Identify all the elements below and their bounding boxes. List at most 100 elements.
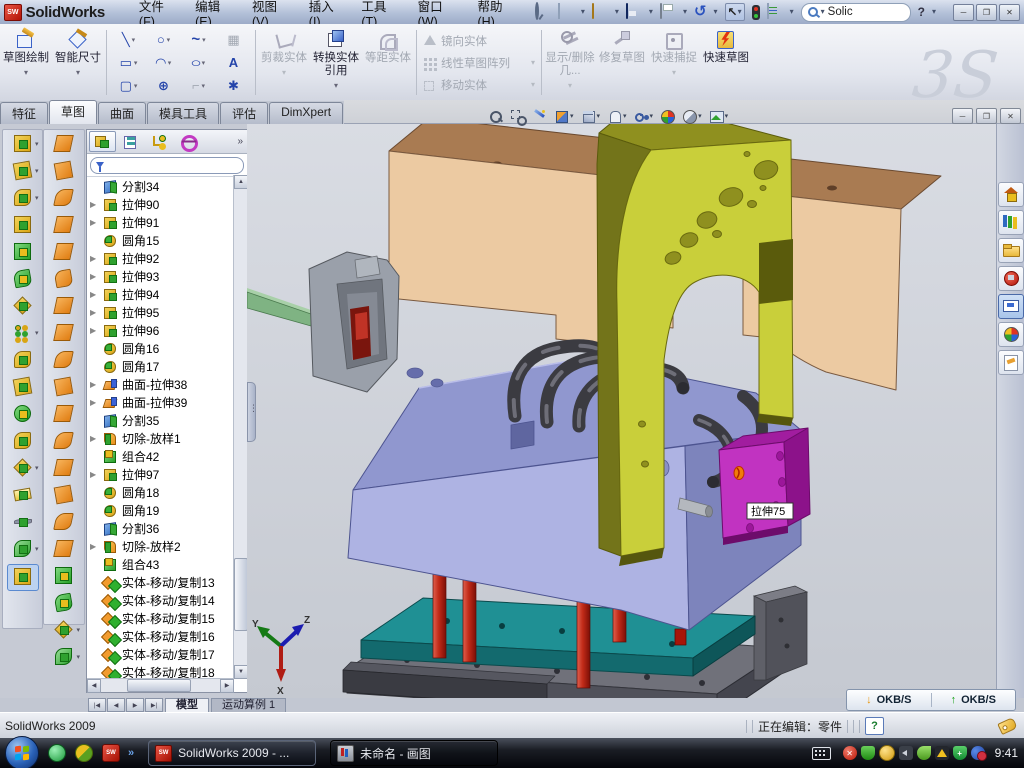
- feature-tree-item[interactable]: ▶ 分割36: [87, 519, 234, 537]
- ribbon-button[interactable]: 剪裁实体: [259, 26, 309, 99]
- feature-tree-item[interactable]: ▶ 实体-移动/复制14: [87, 591, 234, 609]
- feature-manager-tab[interactable]: [89, 131, 116, 152]
- feature-tree-item[interactable]: ▶ 圆角16: [87, 339, 234, 357]
- toolbar-icon-button[interactable]: [8, 267, 38, 292]
- scroll-up-button[interactable]: ▲: [234, 175, 248, 189]
- quick-launch-app-icon[interactable]: [75, 744, 93, 762]
- task-pane-button[interactable]: [998, 210, 1024, 235]
- graphics-viewport[interactable]: Y Z X 拉伸75: [247, 124, 996, 698]
- feature-tree-item[interactable]: ▶ 曲面-拉伸39: [87, 393, 234, 411]
- view-tool-button[interactable]: [530, 108, 549, 125]
- toolbar-icon-button[interactable]: [49, 132, 79, 157]
- toolbar-icon-button[interactable]: [49, 510, 79, 535]
- view-tool-button[interactable]: [605, 108, 629, 125]
- sketch-entity-button[interactable]: ⌐: [181, 74, 216, 97]
- scroll-thumb[interactable]: [234, 558, 248, 631]
- pin-icon[interactable]: [535, 4, 551, 20]
- toolbar-icon-button[interactable]: [8, 402, 38, 427]
- panel-overflow-button[interactable]: »: [237, 136, 243, 147]
- toolbar-icon-button[interactable]: [49, 267, 79, 292]
- model-canvas[interactable]: Y Z X 拉伸75: [247, 124, 996, 698]
- toolbar-icon-button[interactable]: [49, 240, 79, 265]
- toolbar-icon-button[interactable]: [7, 564, 39, 591]
- command-tab[interactable]: 模具工具: [147, 102, 219, 124]
- feature-tree-item[interactable]: ▶ 圆角15: [87, 231, 234, 249]
- badge-icon[interactable]: [879, 745, 895, 761]
- toolbar-icon-button[interactable]: [49, 321, 79, 346]
- new-document-button[interactable]: [558, 4, 574, 20]
- toolbar-icon-button[interactable]: [8, 510, 38, 535]
- expand-arrow-icon[interactable]: ▶: [90, 200, 96, 209]
- scroll-right-button[interactable]: ▶: [220, 679, 234, 693]
- tree-vertical-scrollbar[interactable]: ▲ ▼: [233, 175, 247, 679]
- feature-tree-item[interactable]: ▶ 拉伸97: [87, 465, 234, 483]
- toolbar-icon-button[interactable]: [49, 645, 79, 670]
- toolbar-icon-button[interactable]: [8, 321, 38, 346]
- tree-horizontal-scrollbar[interactable]: ◀ ▶: [87, 678, 234, 692]
- toolbar-icon-button[interactable]: [8, 186, 38, 211]
- task-pane-button[interactable]: [998, 350, 1024, 375]
- first-tab-button[interactable]: |◀: [88, 698, 106, 712]
- toolbar-icon-button[interactable]: [8, 294, 38, 319]
- search-input[interactable]: Solic: [828, 6, 853, 18]
- security-alert-icon[interactable]: ✕: [843, 746, 857, 760]
- ribbon-stack-button[interactable]: 镜向实体: [421, 31, 537, 51]
- open-button[interactable]: [592, 4, 608, 20]
- sketch-entity-button[interactable]: ○: [146, 28, 181, 51]
- toolbar-icon-button[interactable]: [8, 213, 38, 238]
- expand-arrow-icon[interactable]: ▶: [90, 326, 96, 335]
- feature-tree-item[interactable]: ▶ 实体-移动/复制17: [87, 645, 234, 663]
- volume-icon[interactable]: [899, 746, 913, 760]
- toolbar-icon-button[interactable]: [49, 618, 79, 643]
- quick-launch-messenger-icon[interactable]: [48, 744, 66, 762]
- next-tab-button[interactable]: ▶: [126, 698, 144, 712]
- start-button[interactable]: [5, 736, 39, 768]
- sketch-entity-button[interactable]: ╲: [111, 28, 146, 51]
- toolbar-icon-button[interactable]: [49, 456, 79, 481]
- feature-tree-item[interactable]: ▶ 圆角17: [87, 357, 234, 375]
- feature-tree-item[interactable]: ▶ 组合42: [87, 447, 234, 465]
- task-pane-button[interactable]: [998, 238, 1024, 263]
- property-manager-tab[interactable]: [118, 131, 145, 152]
- expand-arrow-icon[interactable]: ▶: [90, 434, 96, 443]
- feature-tree-item[interactable]: ▶ 实体-移动/复制15: [87, 609, 234, 627]
- command-tab[interactable]: 评估: [220, 102, 268, 124]
- options-caret[interactable]: ▾: [790, 4, 794, 20]
- minimize-button[interactable]: ─: [953, 4, 974, 21]
- undo-button[interactable]: ↺: [694, 4, 707, 20]
- network-warning-icon[interactable]: [935, 746, 949, 760]
- sketch-entity-button[interactable]: ○: [181, 51, 216, 74]
- protection-icon[interactable]: +: [953, 746, 967, 760]
- help-button[interactable]: ?: [918, 4, 925, 20]
- toolbar-icon-button[interactable]: [49, 213, 79, 238]
- panel-splitter-handle[interactable]: [247, 382, 256, 442]
- view-tool-button[interactable]: [552, 108, 576, 125]
- toolbar-icon-button[interactable]: [49, 591, 79, 616]
- print-caret[interactable]: ▾: [683, 4, 687, 20]
- task-pane-button[interactable]: [998, 266, 1024, 291]
- options-button[interactable]: [767, 4, 783, 20]
- view-tool-button[interactable]: [658, 108, 677, 125]
- ribbon-stack-button[interactable]: 移动实体: [421, 75, 537, 95]
- search-caret[interactable]: ▾: [821, 4, 825, 20]
- doc-minimize-button[interactable]: ─: [952, 108, 973, 124]
- toolbar-icon-button[interactable]: [8, 537, 38, 562]
- toolbar-icon-button[interactable]: [49, 402, 79, 427]
- task-pane-button[interactable]: [998, 322, 1024, 347]
- sketch-entity-button[interactable]: ⊕: [146, 74, 181, 97]
- toolbar-icon-button[interactable]: [49, 186, 79, 211]
- toolbar-icon-button[interactable]: [8, 348, 38, 373]
- user-accounts-icon[interactable]: [971, 746, 985, 760]
- print-button[interactable]: [660, 4, 676, 20]
- feature-tree-item[interactable]: ▶ 组合43: [87, 555, 234, 573]
- ribbon-stack-button[interactable]: 线性草图阵列: [421, 53, 537, 73]
- die-block-part[interactable]: [309, 252, 399, 392]
- configuration-manager-tab[interactable]: [147, 131, 174, 152]
- ribbon-button[interactable]: 智能尺寸: [53, 26, 103, 99]
- feature-tree-item[interactable]: ▶ 拉伸90: [87, 195, 234, 213]
- feature-tree-item[interactable]: ▶ 实体-移动/复制16: [87, 627, 234, 645]
- feature-tree-item[interactable]: ▶ 实体-移动/复制18: [87, 663, 234, 679]
- expand-arrow-icon[interactable]: ▶: [90, 308, 96, 317]
- command-tab[interactable]: DimXpert: [269, 102, 343, 124]
- feature-tree-item[interactable]: ▶ 拉伸91: [87, 213, 234, 231]
